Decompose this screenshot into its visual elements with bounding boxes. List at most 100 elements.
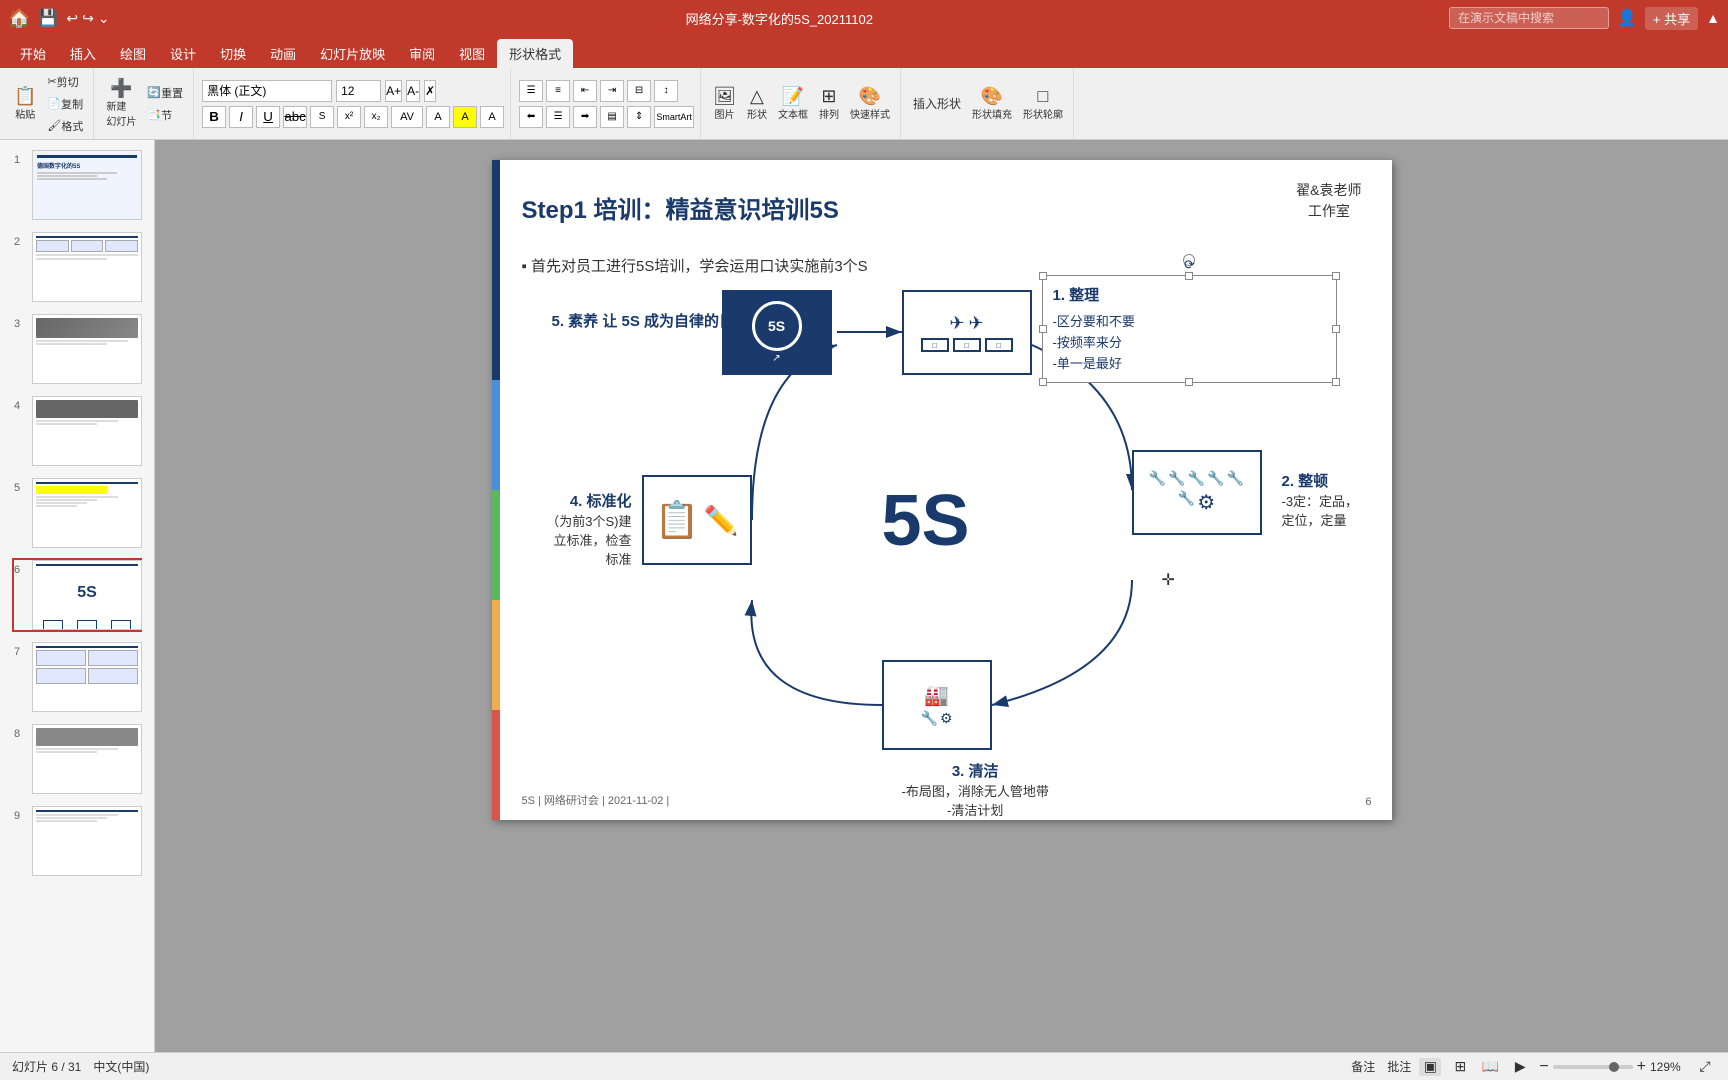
- zoom-out-button[interactable]: −: [1539, 1058, 1548, 1076]
- numbering-button[interactable]: ≡: [546, 80, 570, 102]
- arrange-button[interactable]: ⊞ 排列: [815, 85, 843, 123]
- bullets-button[interactable]: ☰: [519, 80, 543, 102]
- underline-button[interactable]: U: [256, 106, 280, 128]
- window-controls[interactable]: 🏠 💾 ↩ ↪ ⌄: [8, 8, 110, 29]
- font-decrease-button[interactable]: A-: [406, 80, 420, 102]
- selection-handle-tr[interactable]: [1332, 272, 1340, 280]
- shape-outline-button[interactable]: □ 形状轮廓: [1019, 85, 1067, 123]
- slide-thumb-9[interactable]: 9: [12, 804, 142, 878]
- box-clean[interactable]: 🏭 🔧 ⚙: [882, 660, 992, 750]
- fit-slide-button[interactable]: ⤢: [1694, 1058, 1716, 1076]
- slide-preview-3: [32, 314, 142, 384]
- slide-thumb-1[interactable]: 1 德国数字化的5S: [12, 148, 142, 222]
- char-spacing-button[interactable]: AV: [391, 106, 423, 128]
- quick-styles-button[interactable]: 🎨 快速样式: [846, 85, 894, 123]
- selection-handle-ml[interactable]: [1039, 325, 1047, 333]
- section-button[interactable]: 📑节: [143, 105, 187, 125]
- paste-button[interactable]: 📋 粘贴: [10, 85, 40, 123]
- zoom-level[interactable]: 129%: [1650, 1060, 1686, 1074]
- selection-handle-tc[interactable]: [1185, 272, 1193, 280]
- bold-button[interactable]: B: [202, 106, 226, 128]
- subscript-button[interactable]: x₂: [364, 106, 388, 128]
- zoom-in-button[interactable]: +: [1637, 1058, 1646, 1076]
- line-spacing-button[interactable]: ⇕: [627, 106, 651, 128]
- justify-button[interactable]: ▤: [600, 106, 624, 128]
- font-size-input[interactable]: [336, 80, 381, 102]
- notes-label[interactable]: 备注: [1351, 1058, 1375, 1075]
- box-5s[interactable]: 5S ↗: [722, 290, 832, 375]
- selection-handle-bl[interactable]: [1039, 378, 1047, 386]
- title-bar-actions[interactable]: 👤 + 共享 ▲: [1449, 7, 1720, 30]
- tab-start[interactable]: 开始: [8, 39, 58, 68]
- highlight-button[interactable]: A: [453, 106, 477, 128]
- cut-button[interactable]: ✂剪切: [43, 72, 87, 92]
- slide-thumb-4[interactable]: 4: [12, 394, 142, 468]
- align-left-button[interactable]: ⬅: [519, 106, 543, 128]
- slide-thumb-3[interactable]: 3: [12, 312, 142, 386]
- shape-fill-button[interactable]: 🎨 形状填充: [968, 85, 1016, 123]
- align-right-button[interactable]: ➡: [573, 106, 597, 128]
- tab-insert[interactable]: 插入: [58, 39, 108, 68]
- selection-handle-tl[interactable]: [1039, 272, 1047, 280]
- text-box-1[interactable]: ⟳ 1. 整理 -区分要和不要 -按频率来分 -单一是最好: [1042, 275, 1337, 383]
- slide-thumb-5[interactable]: 5: [12, 476, 142, 550]
- tab-shape-format[interactable]: 形状格式: [497, 39, 573, 68]
- comments-label[interactable]: 批注: [1387, 1058, 1411, 1075]
- superscript-button[interactable]: x²: [337, 106, 361, 128]
- tab-slideshow[interactable]: 幻灯片放映: [308, 39, 397, 68]
- current-slide[interactable]: Step1 培训：精益意识培训5S 翟&袁老师 工作室 ▪ 首先对员工进行5S培…: [492, 160, 1392, 820]
- box-org[interactable]: 🔧 🔧 🔧 🔧 🔧 🔧 ⚙: [1132, 450, 1262, 535]
- slide-thumb-2[interactable]: 2: [12, 230, 142, 304]
- zoom-bar: − + 129%: [1539, 1058, 1686, 1076]
- tab-draw[interactable]: 绘图: [108, 39, 158, 68]
- text-direction-button[interactable]: ↕: [654, 80, 678, 102]
- slide-sorter-button[interactable]: ⊞: [1449, 1058, 1471, 1076]
- tab-animations[interactable]: 动画: [258, 39, 308, 68]
- slide-thumb-8[interactable]: 8: [12, 722, 142, 796]
- rotate-handle[interactable]: ⟳: [1183, 254, 1195, 266]
- copy-button[interactable]: 📄复制: [43, 94, 87, 114]
- slide-preview-9: [32, 806, 142, 876]
- font-name-input[interactable]: [202, 80, 332, 102]
- clear-format-button[interactable]: ✗: [424, 80, 436, 102]
- collapse-ribbon-button[interactable]: ▲: [1706, 10, 1720, 26]
- slide-thumb-6[interactable]: 6 5S: [12, 558, 142, 632]
- font-color-button[interactable]: A: [426, 106, 450, 128]
- italic-button[interactable]: I: [229, 106, 253, 128]
- tab-view[interactable]: 视图: [447, 39, 497, 68]
- slideshow-button[interactable]: ▶: [1509, 1058, 1531, 1076]
- box-sort[interactable]: ✈ ✈ □ □ □: [902, 290, 1032, 375]
- format-painter-button[interactable]: 🖌格式: [43, 116, 87, 136]
- reset-button[interactable]: 🔄重置: [143, 83, 187, 103]
- reading-view-button[interactable]: 📖: [1479, 1058, 1501, 1076]
- box-std[interactable]: 📋 ✏️: [642, 475, 752, 565]
- columns-button[interactable]: ⊟: [627, 80, 651, 102]
- textbox-button[interactable]: 📝 文本框: [774, 85, 812, 123]
- strikethrough-button[interactable]: abc: [283, 106, 307, 128]
- tab-review[interactable]: 审阅: [397, 39, 447, 68]
- insert-shapes-button[interactable]: 插入形状: [909, 93, 965, 114]
- shadow-button[interactable]: S: [310, 106, 334, 128]
- slide-bullet[interactable]: ▪ 首先对员工进行5S培训，学会运用口诀实施前3个S: [522, 255, 868, 276]
- font-increase-button[interactable]: A+: [385, 80, 402, 102]
- selection-handle-mr[interactable]: [1332, 325, 1340, 333]
- slide-title[interactable]: Step1 培训：精益意识培训5S: [522, 190, 839, 225]
- normal-view-button[interactable]: ▣: [1419, 1058, 1441, 1076]
- picture-button[interactable]: 🖼 图片: [709, 85, 740, 123]
- share-button[interactable]: + 共享: [1645, 7, 1698, 30]
- zoom-slider[interactable]: [1553, 1065, 1633, 1069]
- label-1-title: 1. 整理: [1053, 284, 1326, 308]
- selection-handle-bc[interactable]: [1185, 378, 1193, 386]
- increase-indent-button[interactable]: ⇥: [600, 80, 624, 102]
- decrease-indent-button[interactable]: ⇤: [573, 80, 597, 102]
- slide-thumb-7[interactable]: 7: [12, 640, 142, 714]
- font-color2-button[interactable]: A: [480, 106, 504, 128]
- selection-handle-br[interactable]: [1332, 378, 1340, 386]
- new-slide-button[interactable]: ➕ 新建幻灯片: [102, 77, 140, 130]
- search-input[interactable]: [1449, 7, 1609, 29]
- convert-smartart-button[interactable]: SmartArt: [654, 106, 694, 128]
- tab-design[interactable]: 设计: [158, 39, 208, 68]
- align-center-button[interactable]: ☰: [546, 106, 570, 128]
- tab-transitions[interactable]: 切换: [208, 39, 258, 68]
- shapes-button[interactable]: △ 形状: [743, 85, 771, 123]
